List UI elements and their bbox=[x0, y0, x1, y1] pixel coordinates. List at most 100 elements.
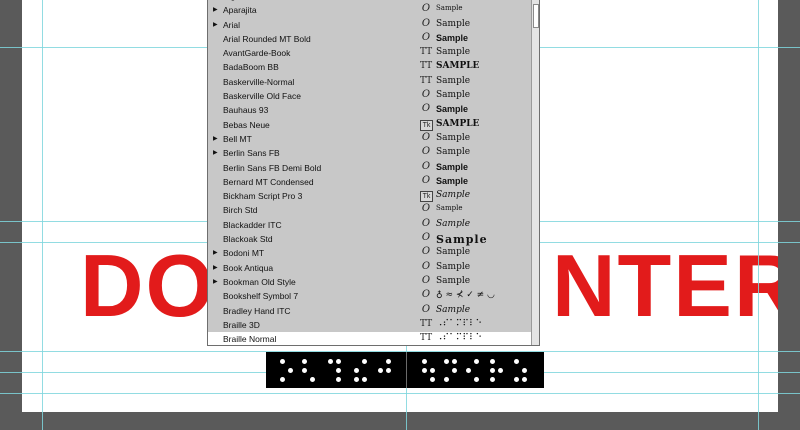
font-name: Arial bbox=[223, 19, 241, 30]
font-name: Bauhaus 93 bbox=[223, 105, 269, 116]
font-menu-item[interactable]: ▶ Book Antiqua O Sample bbox=[208, 261, 531, 275]
truetype-font-icon: TT bbox=[420, 47, 433, 58]
font-menu-item[interactable]: Bradley Hand ITC O Sample bbox=[208, 304, 531, 318]
truetype-font-icon: TT bbox=[420, 333, 433, 344]
braille-dot bbox=[280, 377, 285, 382]
braille-text-layer[interactable] bbox=[266, 352, 544, 388]
font-sample-preview: Sample bbox=[436, 204, 463, 213]
braille-dot bbox=[430, 368, 435, 373]
font-menu-item[interactable]: Berlin Sans FB Demi Bold O Sample bbox=[208, 161, 531, 175]
braille-dot bbox=[466, 368, 471, 373]
font-menu-item[interactable]: ▶ Bookman Old Style O Sample bbox=[208, 275, 531, 289]
opentype-font-icon: O bbox=[421, 146, 431, 158]
guide-horizontal bbox=[0, 393, 800, 394]
font-menu-item[interactable]: Bauhaus 93 O Sample bbox=[208, 103, 531, 117]
braille-dot bbox=[386, 359, 391, 364]
braille-dot bbox=[444, 359, 449, 364]
font-menu-item[interactable]: Bernard MT Condensed O Sample bbox=[208, 175, 531, 189]
submenu-arrow-icon[interactable]: ▶ bbox=[213, 21, 218, 28]
braille-dot bbox=[490, 377, 495, 382]
braille-dot bbox=[336, 359, 341, 364]
submenu-arrow-icon[interactable]: ▶ bbox=[213, 264, 218, 271]
font-sample-preview: Sample bbox=[436, 147, 471, 158]
font-name: Blackadder ITC bbox=[223, 219, 282, 230]
font-name: Birch Std bbox=[223, 205, 258, 216]
font-menu-item[interactable]: AvantGarde-Book TT Sample bbox=[208, 46, 531, 60]
canvas-text-left[interactable]: DO bbox=[80, 236, 216, 336]
font-menu-item[interactable]: Birch Std O Sample bbox=[208, 203, 531, 217]
scrollbar-thumb[interactable] bbox=[533, 4, 539, 28]
font-sample-preview: Sample bbox=[436, 18, 471, 29]
font-name: AvantGarde-Book bbox=[223, 48, 291, 59]
font-sample-preview: ⠠⠎⠁⠍⠏⠇⠑ bbox=[436, 318, 483, 329]
font-sample-preview: Sample bbox=[436, 275, 471, 286]
opentype-font-icon: O bbox=[421, 232, 431, 244]
font-list: AlgerianOSAMPLE▶AparajitaOSample▶ArialOS… bbox=[208, 0, 531, 345]
font-name: Arial Rounded MT Bold bbox=[223, 33, 311, 44]
font-sample-preview: SAMPLE bbox=[436, 118, 480, 129]
font-name: Baskerville Old Face bbox=[223, 91, 301, 102]
font-menu-item[interactable]: Baskerville-Normal TT Sample bbox=[208, 75, 531, 89]
opentype-font-icon: O bbox=[421, 217, 431, 229]
braille-dot bbox=[452, 368, 457, 373]
font-sample-preview: Sample bbox=[436, 90, 471, 101]
font-menu-item[interactable]: ▶ Bell MT O Sample bbox=[208, 132, 531, 146]
truetype-font-icon: TT bbox=[420, 75, 433, 86]
font-menu-item[interactable]: Bickham Script Pro 3 Tk Sample bbox=[208, 189, 531, 203]
font-menu-item[interactable]: Bookshelf Symbol 7 O ♁ ≈ ⊀ ✓ ≠ ◡ bbox=[208, 289, 531, 303]
braille-dot bbox=[422, 368, 427, 373]
braille-dot bbox=[498, 368, 503, 373]
font-family-dropdown[interactable]: AlgerianOSAMPLE▶AparajitaOSample▶ArialOS… bbox=[207, 0, 540, 346]
font-name: Book Antiqua bbox=[223, 262, 274, 273]
braille-dot bbox=[378, 368, 383, 373]
font-menu-item[interactable]: Arial Rounded MT Bold O Sample bbox=[208, 32, 531, 46]
font-sample-preview: Sample bbox=[436, 247, 471, 258]
font-sample-preview: Sample bbox=[436, 32, 469, 43]
braille-dot bbox=[444, 377, 449, 382]
submenu-arrow-icon[interactable]: ▶ bbox=[213, 149, 218, 156]
opentype-font-icon: O bbox=[420, 0, 432, 1]
braille-dot bbox=[474, 359, 479, 364]
font-sample-preview: Sample bbox=[436, 104, 469, 115]
font-menu-item[interactable]: Baskerville Old Face O Sample bbox=[208, 89, 531, 103]
submenu-arrow-icon[interactable]: ▶ bbox=[213, 135, 218, 142]
font-menu-item[interactable]: Blackadder ITC O Sample bbox=[208, 218, 531, 232]
braille-dot bbox=[302, 368, 307, 373]
braille-dot bbox=[430, 377, 435, 382]
canvas-text-right[interactable]: NTER bbox=[552, 236, 778, 336]
font-menu-item[interactable]: Braille Normal TT ⠠⠎⠁⠍⠏⠇⠑ bbox=[208, 332, 531, 345]
submenu-arrow-icon[interactable]: ▶ bbox=[213, 249, 218, 256]
font-menu-item[interactable]: Blackoak Std O Sample bbox=[208, 232, 531, 246]
opentype-font-icon: O bbox=[421, 89, 431, 101]
braille-dot bbox=[354, 368, 359, 373]
braille-dot bbox=[386, 368, 391, 373]
submenu-arrow-icon[interactable]: ▶ bbox=[213, 278, 218, 285]
braille-dot bbox=[474, 377, 479, 382]
font-menu-item[interactable]: ▶ Arial O Sample bbox=[208, 18, 531, 32]
font-menu-item[interactable]: ▶ Bodoni MT O Sample bbox=[208, 246, 531, 260]
font-name: Bookshelf Symbol 7 bbox=[223, 291, 299, 302]
font-name: Braille 3D bbox=[223, 319, 260, 330]
braille-dot bbox=[354, 377, 359, 382]
braille-dot bbox=[310, 377, 315, 382]
submenu-arrow-icon[interactable]: ▶ bbox=[213, 6, 218, 13]
font-menu-item[interactable]: BadaBoom BB TT SAMPLE bbox=[208, 60, 531, 74]
font-sample-preview: Sample bbox=[436, 233, 488, 247]
font-sample-preview: Sample bbox=[436, 47, 471, 58]
font-sample-preview: Sample bbox=[436, 175, 469, 186]
font-list-scrollbar[interactable] bbox=[531, 0, 539, 345]
font-menu-item[interactable]: ▶ Aparajita O Sample bbox=[208, 3, 531, 17]
braille-dot bbox=[452, 359, 457, 364]
font-sample-preview: Sample bbox=[436, 75, 471, 86]
opentype-font-icon: O bbox=[421, 246, 431, 258]
font-menu-item[interactable]: Braille 3D TT ⠠⠎⠁⠍⠏⠇⠑ bbox=[208, 318, 531, 332]
opentype-font-icon: O bbox=[421, 289, 431, 301]
font-menu-item[interactable]: Bebas Neue Tk SAMPLE bbox=[208, 118, 531, 132]
font-menu-item[interactable]: ▶ Berlin Sans FB O Sample bbox=[208, 146, 531, 160]
braille-dot bbox=[522, 368, 527, 373]
font-sample-preview: ⠠⠎⠁⠍⠏⠇⠑ bbox=[436, 333, 483, 344]
opentype-font-icon: O bbox=[421, 203, 431, 215]
braille-dot bbox=[362, 377, 367, 382]
canvas-gutter-right bbox=[778, 0, 800, 430]
braille-dot bbox=[422, 359, 427, 364]
